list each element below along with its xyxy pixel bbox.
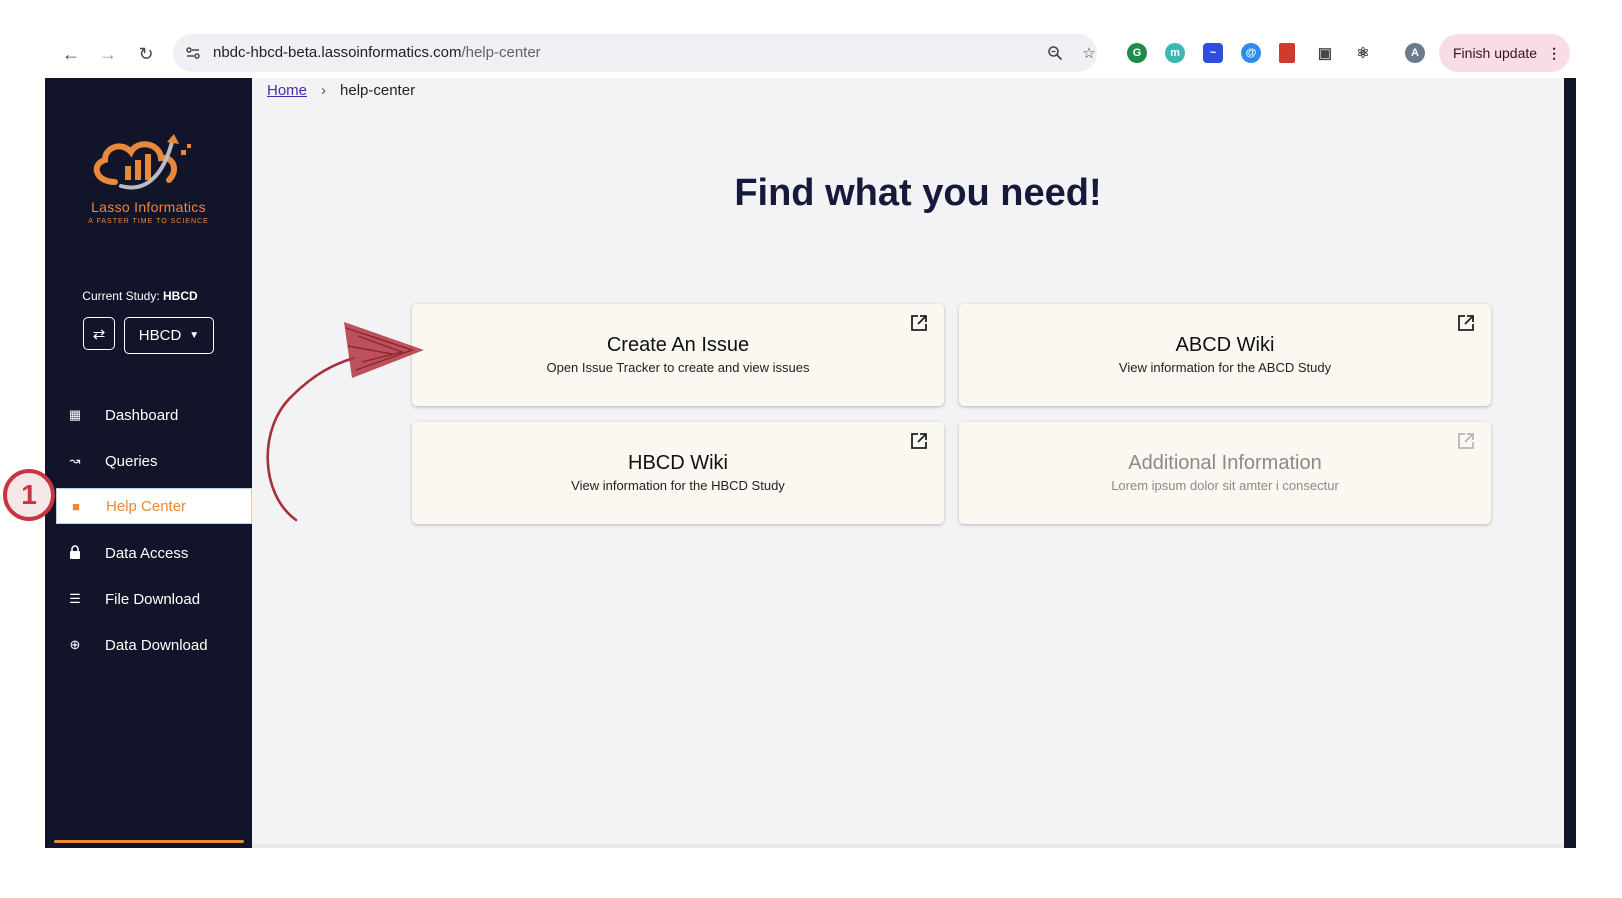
- grammarly-icon[interactable]: G: [1127, 43, 1147, 63]
- current-study-label: Current Study:: [82, 289, 160, 303]
- extension-book-icon[interactable]: [1279, 43, 1295, 63]
- card-hbcd-wiki[interactable]: HBCD Wiki View information for the HBCD …: [412, 422, 944, 524]
- external-link-icon[interactable]: [1457, 314, 1475, 332]
- sidebar-item-data-access[interactable]: Data Access: [45, 536, 252, 570]
- queries-icon: ↝: [69, 453, 81, 468]
- breadcrumb-current: help-center: [340, 82, 416, 99]
- extension-m-icon[interactable]: m: [1165, 43, 1185, 63]
- external-link-icon[interactable]: [910, 314, 928, 332]
- card-description: View information for the ABCD Study: [1118, 360, 1332, 375]
- external-link-icon[interactable]: [910, 432, 928, 450]
- annotation-arrow-icon: [266, 322, 424, 522]
- extension-swirl-icon[interactable]: @: [1241, 43, 1261, 63]
- sidebar-item-file-download[interactable]: ☰ File Download: [45, 582, 252, 616]
- current-study-value: HBCD: [163, 289, 198, 303]
- card-description: Lorem ipsum dolor sit amter i consectur: [1111, 478, 1339, 493]
- card-title: HBCD Wiki: [628, 452, 728, 474]
- main-content: Home › help-center Find what you need! C…: [252, 78, 1564, 848]
- profile-avatar[interactable]: A: [1405, 43, 1425, 63]
- extensions-puzzle-icon[interactable]: ⚛: [1353, 43, 1373, 63]
- lasso-logo: Lasso Informatics A FASTER TIME TO SCIEN…: [73, 130, 223, 230]
- dashboard-icon: ▦: [68, 407, 82, 422]
- sidebar-item-label: Data Download: [105, 636, 208, 654]
- download-icon: ⊕: [69, 637, 81, 652]
- sidebar-item-dashboard[interactable]: ▦ Dashboard: [45, 398, 252, 432]
- sidebar-item-label: Queries: [105, 452, 158, 470]
- sidebar-item-label: Help Center: [106, 497, 187, 515]
- card-create-issue[interactable]: Create An Issue Open Issue Tracker to cr…: [412, 304, 944, 406]
- forward-icon[interactable]: →: [95, 41, 121, 67]
- list-icon: ☰: [69, 591, 81, 606]
- study-select[interactable]: HBCD ▼: [124, 317, 214, 354]
- site-settings-icon[interactable]: [183, 43, 203, 63]
- card-description: View information for the HBCD Study: [571, 478, 785, 493]
- right-edge-rail: [1564, 78, 1576, 848]
- more-menu-icon[interactable]: ⋮: [1547, 45, 1561, 62]
- lasso-logo-icon: [93, 134, 191, 190]
- sidebar-item-data-download[interactable]: ⊕ Data Download: [45, 628, 252, 662]
- switch-study-button[interactable]: ⇄: [83, 317, 115, 350]
- step-number-badge: 1: [3, 469, 55, 521]
- user-profile[interactable]: ☺ Aarushi Chaudhry: [77, 856, 231, 876]
- sidebar-item-label: Dashboard: [105, 406, 179, 424]
- address-bar[interactable]: nbdc-hbcd-beta.lassoinformatics.com/help…: [173, 34, 1097, 72]
- help-center-icon: ■: [72, 498, 80, 514]
- breadcrumb-separator-icon: ›: [321, 82, 327, 99]
- page-title: Find what you need!: [734, 172, 1102, 214]
- card-title: ABCD Wiki: [1175, 334, 1275, 356]
- breadcrumb-home-link[interactable]: Home: [267, 82, 307, 99]
- user-name: Aarushi Chaudhry: [111, 857, 232, 875]
- zoom-icon[interactable]: [1045, 43, 1065, 63]
- chevron-down-icon: ▼: [189, 330, 200, 341]
- brand-name: Lasso Informatics: [91, 199, 206, 215]
- sidebar-item-help-center[interactable]: ■ Help Center: [56, 488, 252, 524]
- card-title: Additional Information: [1128, 452, 1322, 474]
- card-additional-information: Additional Information Lorem ipsum dolor…: [959, 422, 1491, 524]
- picture-in-picture-icon[interactable]: ▣: [1315, 43, 1335, 63]
- extension-wave-icon[interactable]: ~: [1203, 43, 1223, 63]
- url-path: /help-center: [461, 44, 541, 61]
- reload-icon[interactable]: ↻: [133, 41, 159, 67]
- main-bottom-edge: [252, 844, 1564, 848]
- card-description: Open Issue Tracker to create and view is…: [546, 360, 810, 375]
- sidebar-item-label: Data Access: [105, 544, 189, 562]
- lock-icon: [67, 544, 83, 562]
- url-text: nbdc-hbcd-beta.lassoinformatics.com/help…: [213, 44, 541, 61]
- sidebar: Lasso Informatics A FASTER TIME TO SCIEN…: [45, 78, 252, 876]
- sidebar-item-queries[interactable]: ↝ Queries: [45, 444, 252, 478]
- finish-update-label: Finish update: [1453, 45, 1538, 61]
- user-account-icon: ☺: [77, 856, 97, 876]
- study-select-value: HBCD: [138, 327, 182, 344]
- url-host: nbdc-hbcd-beta.lassoinformatics.com: [213, 44, 462, 61]
- swap-arrows-icon: ⇄: [92, 325, 106, 343]
- current-study-line: Current Study: HBCD: [45, 289, 235, 303]
- back-icon[interactable]: ←: [58, 41, 84, 67]
- bookmark-star-icon[interactable]: ☆: [1079, 43, 1099, 63]
- brand-tagline: A FASTER TIME TO SCIENCE: [88, 218, 209, 225]
- card-title: Create An Issue: [606, 334, 750, 356]
- card-abcd-wiki[interactable]: ABCD Wiki View information for the ABCD …: [959, 304, 1491, 406]
- breadcrumb: Home › help-center: [267, 82, 415, 99]
- sidebar-item-label: File Download: [105, 590, 201, 608]
- finish-update-button[interactable]: Finish update ⋮: [1439, 34, 1570, 72]
- sidebar-divider: [54, 840, 244, 843]
- browser-toolbar: ← → ↻ nbdc-hbcd-beta.lassoinformatics.co…: [45, 29, 1576, 78]
- external-link-icon: [1457, 432, 1475, 450]
